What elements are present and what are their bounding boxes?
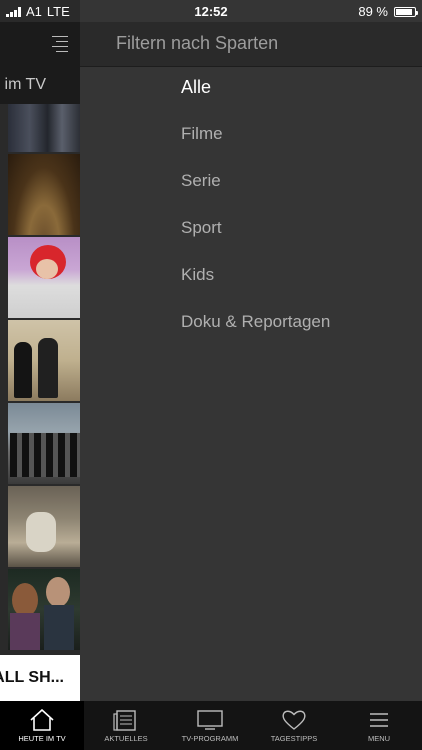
filter-item-sport[interactable]: Sport	[181, 218, 330, 265]
tab-aktuelles[interactable]: AKTUELLES	[84, 701, 168, 750]
battery-percent: 89 %	[358, 4, 388, 19]
filter-item-kids[interactable]: Kids	[181, 265, 330, 312]
list-menu-icon[interactable]	[52, 36, 68, 56]
program-thumbnail[interactable]	[8, 104, 80, 152]
tab-menu[interactable]: MENU	[336, 701, 422, 750]
tab-tv-programm[interactable]: TV-PROGRAMM	[168, 701, 252, 750]
tab-label: TV-PROGRAMM	[181, 734, 239, 743]
tab-label: MENU	[367, 734, 391, 743]
program-thumbnail[interactable]	[8, 154, 80, 235]
filter-menu-title: Filtern nach Sparten	[116, 33, 279, 53]
tab-label: HEUTE IM TV	[18, 734, 66, 743]
tab-label: TAGESTIPPS	[270, 734, 318, 743]
page-title: 0 im TV	[0, 76, 46, 93]
battery-icon	[394, 6, 418, 17]
tv-icon	[197, 710, 223, 730]
page-subheader: 0 im TV	[0, 64, 80, 104]
heart-icon	[282, 710, 306, 730]
news-icon	[113, 710, 136, 731]
main-header	[0, 22, 80, 64]
status-bar: A1 LTE 12:52 89 %	[0, 0, 422, 22]
program-thumbnail[interactable]	[8, 320, 80, 401]
program-thumbnails	[8, 104, 80, 652]
tab-bar: HEUTE IM TV AKTUELLES TV-PROGRAMM TAGEST…	[0, 701, 422, 750]
home-icon	[30, 709, 54, 731]
filter-item-filme[interactable]: Filme	[181, 124, 330, 171]
filter-menu-header: Filtern nach Sparten	[80, 22, 422, 67]
program-thumbnail[interactable]	[8, 486, 80, 567]
filter-menu: Filtern nach Sparten Alle Filme Serie Sp…	[80, 0, 422, 701]
program-title: ALL SH...	[0, 669, 64, 686]
program-thumbnail[interactable]	[8, 569, 80, 650]
tab-heute-im-tv[interactable]: HEUTE IM TV	[0, 701, 84, 750]
menu-icon	[370, 713, 388, 727]
main-content-peek[interactable]: 0 im TV ALL SH...	[0, 0, 80, 701]
tab-tagestipps[interactable]: TAGESTIPPS	[252, 701, 336, 750]
filter-item-doku[interactable]: Doku & Reportagen	[181, 312, 330, 359]
filter-item-serie[interactable]: Serie	[181, 171, 330, 218]
program-card-title[interactable]: ALL SH...	[0, 655, 80, 701]
filter-menu-items: Alle Filme Serie Sport Kids Doku & Repor…	[181, 77, 330, 359]
status-right: 89 %	[358, 4, 418, 19]
filter-item-alle[interactable]: Alle	[181, 77, 330, 124]
tab-label: AKTUELLES	[104, 734, 148, 743]
program-thumbnail[interactable]	[8, 403, 80, 484]
program-thumbnail[interactable]	[8, 237, 80, 318]
